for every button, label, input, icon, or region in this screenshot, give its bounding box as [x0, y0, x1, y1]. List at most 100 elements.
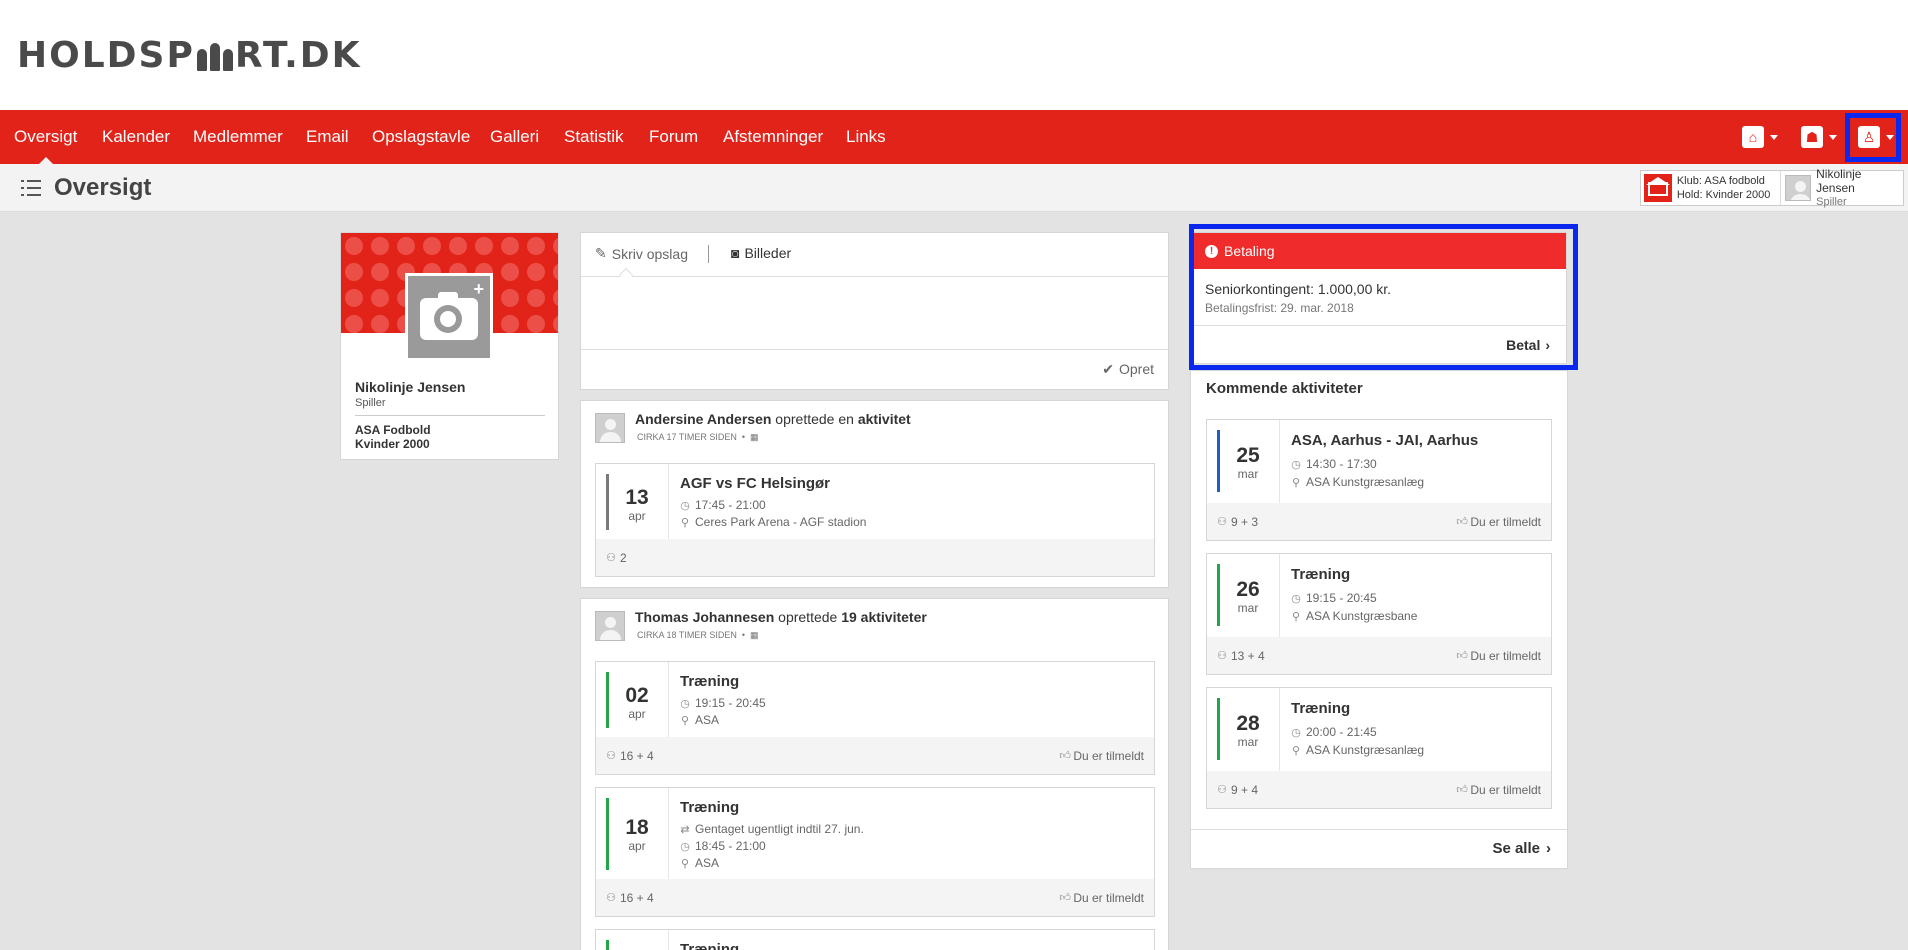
nav-opslagstavle[interactable]: Opslagstavle [372, 110, 470, 164]
avatar [595, 611, 625, 641]
profile-photo-upload[interactable]: + [405, 273, 493, 361]
post-object[interactable]: 19 aktiviteter [841, 609, 927, 625]
activity-location: ASA Kunstgræsanlæg [1306, 743, 1425, 757]
see-all-link[interactable]: Se alle › [1492, 840, 1551, 857]
activity-time: 17:45 - 21:00 [695, 498, 766, 512]
pay-button[interactable]: Betal › [1506, 337, 1550, 353]
list-icon [21, 180, 41, 196]
check-icon: ✔ [1102, 361, 1114, 377]
payment-item: Seniorkontingent: 1.000,00 kr. [1205, 281, 1392, 297]
signup-status[interactable]: 👍︎ Du er tilmeldt [1456, 515, 1541, 529]
location-pin-icon: ⚲ [1291, 610, 1301, 623]
thumbs-up-icon: 👍︎ [1059, 750, 1071, 762]
activity-card[interactable]: Træning [595, 929, 1155, 950]
signup-status[interactable]: 👍︎ Du er tilmeldt [1059, 891, 1144, 905]
signup-status[interactable]: 👍︎ Du er tilmeldt [1059, 749, 1144, 763]
upcoming-activities: Kommende aktiviteter 25 mar ASA, Aarhus … [1190, 370, 1568, 869]
location-pin-icon: ⚲ [680, 857, 690, 870]
signup-status[interactable]: 👍︎ Du er tilmeldt [1456, 783, 1541, 797]
nav-galleri[interactable]: Galleri [490, 110, 539, 164]
activity-card[interactable]: 13 apr AGF vs FC Helsingør ◷ 17:45 - 21:0… [595, 463, 1155, 577]
page-title: Oversigt [54, 174, 152, 201]
activity-time: 14:30 - 17:30 [1306, 457, 1377, 471]
payment-header: ! Betaling [1191, 233, 1566, 269]
activity-color-bar [1217, 698, 1220, 760]
activity-repeat: Gentaget ugentligt indtil 27. jun. [695, 822, 864, 836]
chevron-down-icon [1886, 134, 1894, 140]
activity-color-bar [606, 940, 609, 950]
post-author[interactable]: Thomas Johannesen [635, 609, 774, 625]
nav-email[interactable]: Email [306, 110, 349, 164]
tab-write-post[interactable]: ✎ Skriv opslag [595, 245, 688, 262]
profile-name: Nikolinje Jensen [355, 379, 466, 395]
clock-icon: ◷ [1291, 458, 1301, 471]
activity-month: mar [1237, 601, 1259, 615]
activity-time: 18:45 - 21:00 [695, 839, 766, 853]
chevron-down-icon [1829, 134, 1837, 140]
tab-images[interactable]: ◙ Billeder [731, 245, 791, 261]
post-time: CIRKA 17 TIMER SIDEN [637, 432, 737, 442]
activity-location: ASA Kunstgræsanlæg [1306, 475, 1425, 489]
camera-icon: ◙ [731, 245, 740, 261]
activity-day: 02 [625, 684, 649, 707]
nav-afstemninger[interactable]: Afstemninger [723, 110, 823, 164]
post-textarea[interactable] [581, 277, 1168, 349]
nav-kalender[interactable]: Kalender [102, 110, 170, 164]
activity-day: 13 [625, 486, 649, 509]
activity-footer: ⚇ 16 + 4 👍︎ Du er tilmeldt [596, 737, 1154, 774]
home-menu-button[interactable]: ⌂ [1742, 120, 1778, 154]
team-label: Hold: Kvinder 2000 [1676, 189, 1771, 201]
main-nav: Oversigt Kalender Medlemmer Email Opslag… [0, 110, 1908, 164]
thumbs-up-icon: 👍︎ [1456, 516, 1468, 528]
camera-icon [420, 292, 478, 340]
people-icon: ⚇ [606, 750, 616, 762]
team-menu-button[interactable]: ☗ [1801, 120, 1837, 154]
activity-card[interactable]: 02 apr Træning ◷ 19:15 - 20:45 ⚲ ASA ⚇ 16 +… [595, 661, 1155, 775]
signup-status[interactable]: 👍︎ Du er tilmeldt [1456, 649, 1541, 663]
activity-month: apr [628, 839, 646, 853]
post-author[interactable]: Andersine Andersen [635, 411, 771, 427]
pencil-icon: ✎ [595, 245, 607, 261]
location-pin-icon: ⚲ [1291, 476, 1301, 489]
user-icon: ♙ [1858, 126, 1880, 148]
nav-oversigt[interactable]: Oversigt [14, 110, 77, 164]
context-switcher[interactable]: Klub: ASA fodbold Hold: Kvinder 2000 Nik… [1640, 167, 1904, 208]
participant-count: 13 + 4 [1231, 649, 1265, 663]
participant-count: 9 + 4 [1231, 783, 1259, 797]
logo-people-icon [196, 41, 233, 71]
clock-icon: ◷ [680, 840, 690, 853]
activity-month: apr [628, 707, 646, 721]
activity-color-bar [1217, 564, 1220, 626]
post-object[interactable]: aktivitet [858, 411, 911, 427]
activity-color-bar [1217, 430, 1220, 492]
top-header: HOLDSP RT.DK [0, 0, 1908, 110]
feed-post: Andersine Andersen oprettede en aktivite… [580, 400, 1169, 588]
activity-location: ASA [695, 856, 720, 870]
people-icon: ⚇ [1217, 650, 1227, 662]
nav-statistik[interactable]: Statistik [564, 110, 624, 164]
activity-color-bar [606, 798, 609, 870]
chevron-right-icon: › [1545, 337, 1550, 353]
club-logo-icon [1644, 174, 1672, 202]
payment-card: ! Betaling Seniorkontingent: 1.000,00 kr… [1190, 232, 1567, 364]
activity-card[interactable]: 26 mar Træning ◷ 19:15 - 20:45 ⚲ ASA Kunst… [1206, 553, 1552, 675]
activity-footer: ⚇ 13 + 4 👍︎ Du er tilmeldt [1207, 637, 1551, 674]
activity-title: Træning [1291, 566, 1351, 583]
clock-icon: ◷ [680, 697, 690, 710]
activity-time: 19:15 - 20:45 [1306, 591, 1377, 605]
user-menu-button[interactable]: ♙ [1858, 120, 1894, 154]
avatar [595, 413, 625, 443]
nav-links[interactable]: Links [846, 110, 886, 164]
location-pin-icon: ⚲ [1291, 744, 1301, 757]
nav-forum[interactable]: Forum [649, 110, 698, 164]
activity-title: Træning [680, 941, 740, 950]
activity-card[interactable]: 25 mar ASA, Aarhus - JAI, Aarhus ◷ 14:30 … [1206, 419, 1552, 541]
activity-card[interactable]: 18 apr Træning ⇄ Gentaget ugentligt indti… [595, 787, 1155, 917]
activity-card[interactable]: 28 mar Træning ◷ 20:00 - 21:45 ⚲ ASA Kunst… [1206, 687, 1552, 809]
clock-icon: ◷ [1291, 726, 1301, 739]
people-icon: ⚇ [606, 552, 616, 564]
nav-medlemmer[interactable]: Medlemmer [193, 110, 283, 164]
profile-card: + Nikolinje Jensen Spiller ASA Fodbold K… [340, 232, 559, 460]
holdsport-logo[interactable]: HOLDSP RT.DK [17, 35, 362, 76]
create-button[interactable]: ✔ Opret [1102, 361, 1154, 378]
